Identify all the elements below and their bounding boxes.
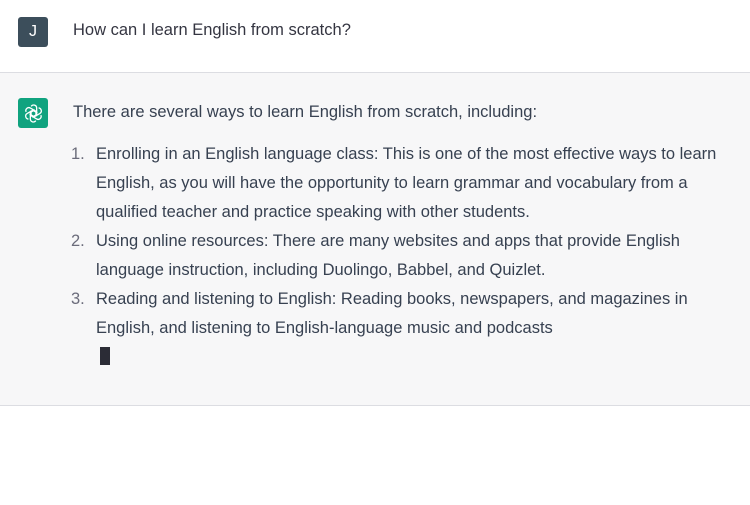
list-item-number: 3. — [71, 290, 85, 308]
list-item-number: 2. — [71, 232, 85, 250]
list-item: 2. Using online resources: There are man… — [71, 227, 733, 285]
list-item-text: Using online resources: There are many w… — [96, 232, 680, 279]
list-item-text: Reading and listening to English: Readin… — [96, 290, 688, 337]
assistant-intro-text: There are several ways to learn English … — [73, 103, 538, 121]
openai-logo-icon — [24, 103, 42, 123]
user-message-text: How can I learn English from scratch? — [73, 21, 351, 39]
assistant-avatar — [18, 98, 48, 128]
answer-list: 1. Enrolling in an English language clas… — [71, 140, 733, 343]
list-item: 3. Reading and listening to English: Rea… — [71, 285, 733, 343]
user-message-row: J How can I learn English from scratch? — [0, 0, 750, 73]
streaming-cursor — [100, 347, 110, 365]
assistant-message-row: There are several ways to learn English … — [0, 73, 750, 406]
conversation-thread: J How can I learn English from scratch? … — [0, 0, 750, 505]
user-avatar-initial: J — [29, 23, 37, 40]
list-item-text: Enrolling in an English language class: … — [96, 145, 717, 221]
list-item-number: 1. — [71, 145, 85, 163]
list-item: 1. Enrolling in an English language clas… — [71, 140, 733, 227]
user-avatar: J — [18, 17, 48, 47]
assistant-message-body: There are several ways to learn English … — [71, 101, 733, 365]
